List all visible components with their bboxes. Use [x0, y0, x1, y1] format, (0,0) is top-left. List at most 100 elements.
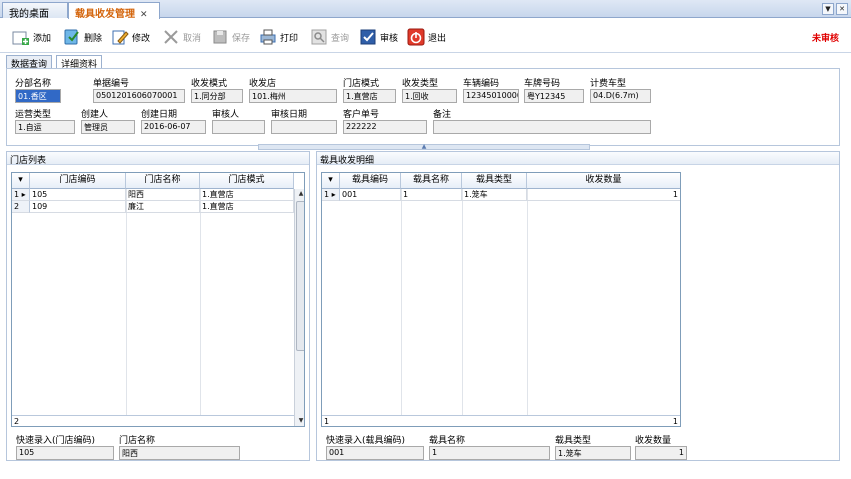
quick-carrier-code-input[interactable]: 001: [326, 446, 424, 460]
tab-data-query[interactable]: 数据查询: [6, 55, 53, 70]
query-label: 查询: [331, 33, 350, 44]
quick-store-code-input[interactable]: 105: [16, 446, 114, 460]
save-label: 保存: [232, 33, 251, 44]
save-button[interactable]: 保存: [211, 27, 250, 47]
grid-menu-icon[interactable]: ▾: [322, 173, 340, 189]
save-icon: [211, 28, 229, 46]
row-indicator: 1 ▸: [322, 189, 340, 201]
remark-field[interactable]: [433, 120, 651, 134]
store-mode-field[interactable]: 1.直营店: [343, 89, 396, 103]
audit-label: 审核: [380, 33, 399, 44]
creator-field[interactable]: 管理员: [81, 120, 135, 134]
carrier-name-column-header[interactable]: 载具名称: [401, 173, 462, 189]
quick-store-name-field[interactable]: 阳西: [119, 446, 240, 460]
carrier-detail-title: 载具收发明细: [317, 152, 839, 166]
remark-label: 备注: [433, 110, 452, 120]
quick-carrier-type-field[interactable]: 1.笼车: [555, 446, 631, 460]
carrier-detail-footer: 1 1: [322, 415, 680, 426]
send-type-label: 收发类型: [402, 79, 439, 89]
audit-icon: [359, 28, 377, 46]
exit-button[interactable]: 退出: [407, 27, 446, 47]
cancel-label: 取消: [183, 33, 202, 44]
create-date-field[interactable]: 2016-06-07: [141, 120, 206, 134]
tab-list-dropdown-icon[interactable]: ▼: [822, 3, 834, 15]
plate-field[interactable]: 粤Y12345: [524, 89, 584, 103]
quick-send-qty-field[interactable]: 1: [635, 446, 687, 460]
send-qty-cell[interactable]: 1: [527, 189, 680, 201]
cancel-button[interactable]: 取消: [162, 27, 201, 47]
creator-label: 创建人: [81, 110, 109, 120]
query-icon: [310, 28, 328, 46]
carrier-type-cell[interactable]: 1.笼车: [462, 189, 527, 201]
fee-vehicle-field[interactable]: 04.D(6.7m): [590, 89, 651, 103]
create-date-label: 创建日期: [141, 110, 178, 120]
grid-menu-icon[interactable]: ▾: [12, 173, 30, 189]
store-list-footer: 2: [12, 415, 294, 426]
document-tab-strip: 我的桌面 载具收发管理 ✕ ▼ ✕: [0, 0, 851, 20]
quick-store-name-label: 门店名称: [119, 436, 156, 446]
send-store-field[interactable]: 101.梅州: [249, 89, 337, 103]
customer-no-label: 客户单号: [343, 110, 380, 120]
add-button[interactable]: 添加: [12, 27, 51, 47]
send-mode-field[interactable]: 1.同分部: [191, 89, 243, 103]
store-name-column-header[interactable]: 门店名称: [126, 173, 200, 189]
print-icon: [259, 28, 277, 46]
query-button[interactable]: 查询: [310, 27, 349, 47]
edit-button[interactable]: 修改: [111, 27, 150, 47]
audit-date-field[interactable]: [271, 120, 337, 134]
carrier-type-column-header[interactable]: 载具类型: [462, 173, 527, 189]
column-divider: [200, 189, 201, 415]
doc-no-label: 单据编号: [93, 79, 130, 89]
carrier-detail-panel: 载具收发明细 ▾ 载具编码 载具名称 载具类型 收发数量 1 ▸ 001 1 1…: [316, 151, 840, 461]
row-number: 1: [14, 190, 20, 199]
audit-date-label: 审核日期: [271, 110, 308, 120]
add-icon: [12, 28, 30, 46]
delete-button[interactable]: 删除: [63, 27, 102, 47]
carrier-code-column-header[interactable]: 载具编码: [340, 173, 401, 189]
auditor-field[interactable]: [212, 120, 265, 134]
scroll-thumb[interactable]: [296, 201, 304, 351]
carrier-code-cell[interactable]: 001: [340, 189, 401, 201]
store-name-cell[interactable]: 阳西: [126, 189, 200, 201]
send-qty-column-header[interactable]: 收发数量: [527, 173, 680, 189]
panel-splitter[interactable]: ▲: [258, 144, 590, 150]
doc-no-field[interactable]: 0501201606070001: [93, 89, 185, 103]
quick-carrier-name-field[interactable]: 1: [429, 446, 550, 460]
carrier-detail-grid: ▾ 载具编码 载具名称 载具类型 收发数量 1 ▸ 001 1 1.笼车 1 1…: [321, 172, 681, 427]
tab-detail[interactable]: 详细资料: [56, 55, 103, 70]
add-label: 添加: [33, 33, 52, 44]
row-indicator: 1 ▸: [12, 189, 30, 201]
send-type-field[interactable]: 1.回收: [402, 89, 457, 103]
store-code-column-header[interactable]: 门店编码: [30, 173, 126, 189]
print-button[interactable]: 打印: [259, 27, 298, 47]
document-header-form: 分部名称 单据编号 收发模式 收发店 门店模式 收发类型 车辆编码 车牌号码 计…: [6, 68, 840, 146]
column-divider: [126, 189, 127, 415]
store-mode-cell[interactable]: 1.直营店: [200, 189, 294, 201]
window-close-icon[interactable]: ✕: [836, 3, 848, 15]
carrier-row-count: 1: [324, 417, 330, 426]
edit-icon: [111, 28, 129, 46]
audit-button[interactable]: 审核: [359, 27, 398, 47]
scroll-up-icon[interactable]: ▲: [295, 189, 304, 199]
carrier-name-cell[interactable]: 1: [401, 189, 462, 201]
send-qty-total: 1: [672, 417, 678, 426]
store-mode-column-header[interactable]: 门店模式: [200, 173, 294, 189]
store-code-cell[interactable]: 105: [30, 189, 126, 201]
customer-no-field[interactable]: 222222: [343, 120, 427, 134]
delete-icon: [63, 28, 81, 46]
plate-label: 车牌号码: [524, 79, 561, 89]
store-mode-cell[interactable]: 1.直营店: [200, 201, 294, 213]
exit-icon: [407, 28, 425, 46]
branch-name-field[interactable]: 01.香区: [15, 89, 61, 103]
op-type-label: 运营类型: [15, 110, 52, 120]
store-name-cell[interactable]: 廉江: [126, 201, 200, 213]
store-list-scrollbar[interactable]: ▲ ▼: [294, 189, 304, 426]
tab-carrier-management[interactable]: 载具收发管理 ✕: [68, 2, 160, 20]
quick-carrier-code-label: 快速录入(载具编码): [326, 436, 406, 446]
store-code-cell[interactable]: 109: [30, 201, 126, 213]
vehicle-code-field[interactable]: 12345010000: [463, 89, 519, 103]
tab-my-desktop[interactable]: 我的桌面: [2, 2, 68, 20]
column-divider: [462, 189, 463, 415]
op-type-field[interactable]: 1.自运: [15, 120, 75, 134]
scroll-down-icon[interactable]: ▼: [295, 416, 304, 426]
